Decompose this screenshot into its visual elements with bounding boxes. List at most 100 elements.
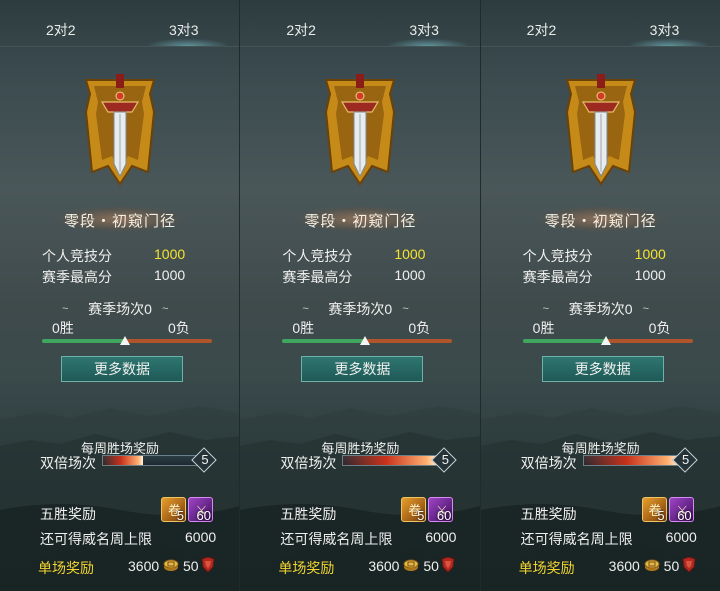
five-win-reward-label: 五胜奖励: [520, 506, 577, 522]
single-fame-value: 50: [183, 558, 199, 574]
gold-scroll-icon[interactable]: 卷 5: [401, 497, 427, 523]
shield-icon: [682, 557, 696, 573]
season-matches: 赛季场次0: [328, 301, 393, 317]
losses-count: 0负: [168, 320, 190, 336]
loss-bar: [606, 339, 693, 343]
losses-count: 0负: [648, 320, 671, 336]
losses-count: 0负: [408, 320, 431, 336]
arena-panel-1: 2对2 3对3 零段・初窥门径 个人竞技分 1000 赛季最高分 1000 ~ …: [0, 0, 241, 591]
coin-icon: [644, 559, 660, 571]
sword-banner-icon: [325, 74, 396, 186]
personal-score-value: 1000: [394, 246, 426, 262]
arena-panel-3: 2对2 3对3 零段・初窥门径 个人竞技分 1000 赛季最高分 1000 ~ …: [480, 0, 720, 591]
personal-score-value: 1000: [634, 246, 666, 262]
item2-count: 60: [677, 508, 692, 523]
personal-score-label: 个人竞技分: [522, 248, 593, 264]
shield-icon: [441, 557, 455, 573]
personal-score-label: 个人竞技分: [42, 248, 112, 264]
double-progress-fill: [343, 456, 439, 465]
double-progress-bar: [102, 455, 204, 466]
more-data-button[interactable]: 更多数据: [61, 356, 183, 382]
five-win-reward-label: 五胜奖励: [280, 506, 337, 522]
double-progress-fill: [103, 456, 143, 465]
gold-scroll-icon[interactable]: 卷 5: [161, 497, 186, 523]
rank-title: 零段・初窥门径: [544, 213, 657, 230]
tab-3v3[interactable]: 3对3: [409, 20, 439, 40]
mode-tabs: 2对2 3对3: [480, 0, 720, 47]
ratio-marker-icon: [600, 336, 611, 345]
tab-2v2[interactable]: 2对2: [527, 20, 557, 40]
tab-3v3[interactable]: 3对3: [169, 20, 199, 40]
sword-banner-icon: [84, 74, 156, 186]
season-high-value: 1000: [634, 267, 666, 283]
mode-tabs: 2对2 3对3: [240, 0, 480, 47]
fame-cap-value: 6000: [665, 529, 697, 545]
double-progress-bar: [582, 455, 685, 466]
wins-count: 0胜: [292, 320, 315, 336]
coin-icon: [403, 559, 419, 571]
double-matches-value: 5: [682, 452, 690, 467]
season-high-label: 赛季最高分: [522, 269, 593, 285]
purple-sword-icon[interactable]: ⚔ 60: [668, 497, 694, 523]
season-matches: 赛季场次0: [88, 301, 152, 317]
double-matches-value: 5: [441, 452, 449, 467]
single-coin-value: 3600: [608, 558, 640, 574]
win-bar: [42, 339, 126, 343]
single-reward-label: 单场奖励: [38, 560, 94, 576]
single-coin-value: 3600: [368, 558, 400, 574]
purple-sword-icon[interactable]: ⚔ 60: [188, 497, 213, 523]
double-progress-fill: [583, 456, 679, 465]
single-fame-value: 50: [663, 558, 680, 574]
more-data-button[interactable]: 更多数据: [301, 356, 424, 382]
item1-count: 5: [657, 508, 665, 523]
double-matches-label: 双倍场次: [520, 455, 577, 471]
season-matches: 赛季场次0: [568, 301, 633, 317]
more-data-button[interactable]: 更多数据: [541, 356, 664, 382]
fame-cap-value: 6000: [425, 529, 457, 545]
single-reward-label: 单场奖励: [278, 560, 335, 576]
win-bar: [522, 339, 607, 343]
loss-bar: [366, 339, 453, 343]
wins-count: 0胜: [52, 320, 74, 336]
sword-banner-icon: [565, 74, 636, 186]
purple-sword-icon[interactable]: ⚔ 60: [428, 497, 454, 523]
double-matches-label: 双倍场次: [280, 455, 337, 471]
season-high-value: 1000: [154, 267, 186, 283]
five-win-reward-label: 五胜奖励: [40, 506, 96, 522]
coin-icon: [163, 559, 179, 571]
fame-cap-label: 还可得威名周上限: [280, 531, 393, 547]
season-high-label: 赛季最高分: [282, 269, 353, 285]
rank-title: 零段・初窥门径: [63, 213, 176, 230]
tab-2v2[interactable]: 2对2: [286, 20, 316, 40]
arena-screen: 2对2 3对3 零段・初窥门径 个人竞技分 1000 赛季最高分 1000 ~ …: [0, 0, 720, 591]
ratio-marker-icon: [120, 336, 130, 345]
item2-count: 60: [436, 508, 452, 523]
loss-bar: [126, 339, 212, 343]
double-matches-label: 双倍场次: [40, 455, 96, 471]
arena-panel-2: 2对2 3对3 零段・初窥门径 个人竞技分 1000 赛季最高分 1000 ~ …: [240, 0, 481, 591]
shield-icon: [201, 557, 215, 573]
item1-count: 5: [417, 508, 425, 523]
fame-cap-label: 还可得威名周上限: [520, 531, 633, 547]
item2-count: 60: [196, 508, 211, 523]
personal-score-label: 个人竞技分: [282, 248, 353, 264]
double-progress-bar: [342, 455, 445, 466]
personal-score-value: 1000: [154, 246, 186, 262]
tab-3v3[interactable]: 3对3: [650, 20, 680, 40]
wins-count: 0胜: [532, 320, 555, 336]
double-matches-value: 5: [201, 452, 209, 467]
fame-cap-value: 6000: [185, 529, 217, 545]
ratio-marker-icon: [360, 336, 371, 345]
win-bar: [282, 339, 367, 343]
season-high-value: 1000: [394, 267, 426, 283]
item1-count: 5: [176, 508, 184, 523]
mode-tabs: 2对2 3对3: [0, 0, 240, 47]
gold-scroll-icon[interactable]: 卷 5: [641, 497, 667, 523]
single-reward-label: 单场奖励: [518, 560, 575, 576]
fame-cap-label: 还可得威名周上限: [40, 531, 152, 547]
tab-2v2[interactable]: 2对2: [46, 20, 76, 40]
rank-title: 零段・初窥门径: [304, 213, 417, 230]
single-coin-value: 3600: [128, 558, 160, 574]
season-high-label: 赛季最高分: [42, 269, 112, 285]
single-fame-value: 50: [423, 558, 439, 574]
